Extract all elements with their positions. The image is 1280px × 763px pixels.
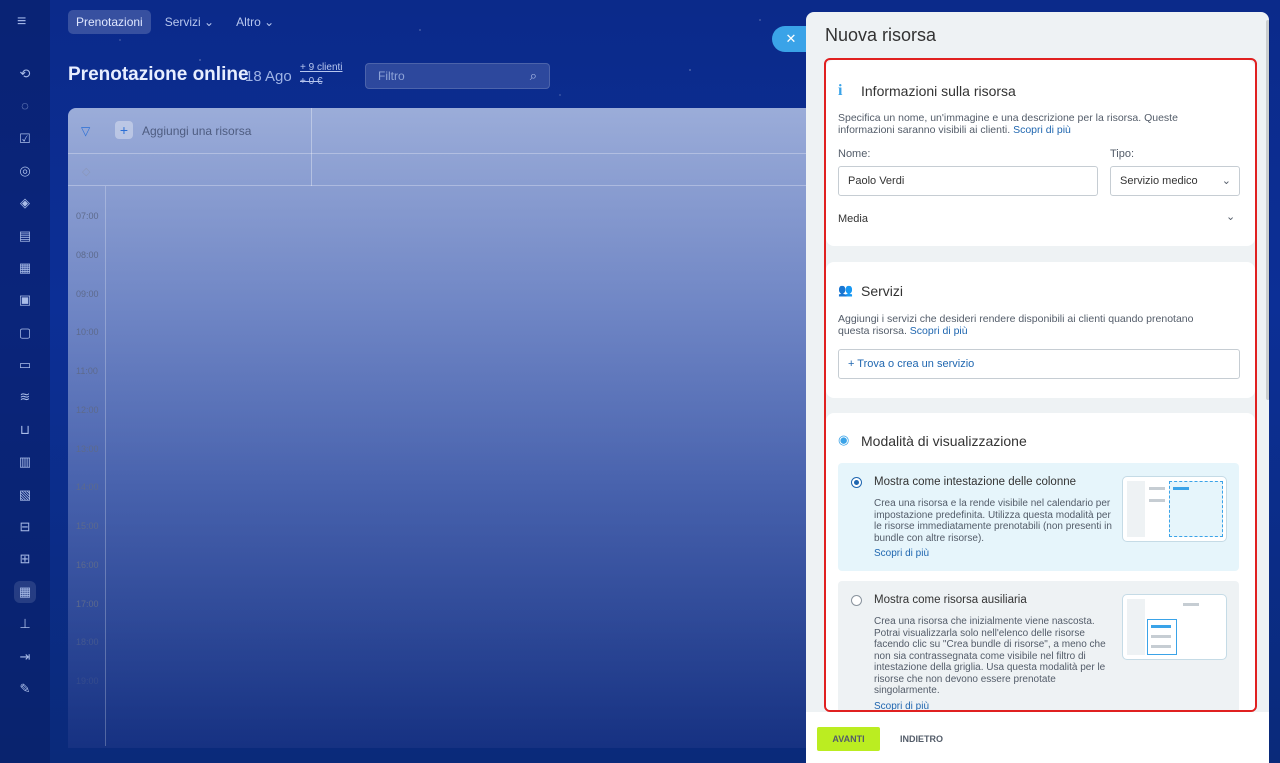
name-input[interactable]: Paolo Verdi [838, 166, 1098, 196]
time-label: 12:00 [76, 405, 99, 415]
time-label: 15:00 [76, 521, 99, 531]
docs-icon[interactable]: ▤ [14, 225, 36, 247]
display-mode-title: Modalità di visualizzazione [861, 433, 1027, 449]
panel-content: i Informazioni sulla risorsa Specifica u… [824, 58, 1257, 712]
media-icon[interactable]: ▧ [14, 484, 36, 506]
crm-icon[interactable]: ◎ [14, 160, 36, 182]
option2-learn-more-link[interactable]: Scopri di più [874, 701, 929, 711]
option-title: Mostra come risorsa ausiliaria [874, 594, 1027, 606]
page-date: 18 Ago [245, 68, 292, 85]
services-title: Servizi [861, 283, 904, 299]
services-learn-more-link[interactable]: Scopri di più [910, 325, 968, 337]
info-description: Specifica un nome, un'immagine e una des… [838, 112, 1178, 136]
time-label: 16:00 [76, 560, 99, 570]
time-label: 17:00 [76, 599, 99, 609]
new-resource-panel: Nuova risorsa i Informazioni sulla risor… [806, 12, 1269, 763]
filter-placeholder: Filtro [378, 69, 405, 83]
type-select-value: Servizio medico [1120, 175, 1198, 187]
left-sidebar: ≡ ⟲ ◌ ☑ ◎ ◈ ▤ ▦ ▣ ▢ ▭ ≋ ⊔ ▥ ▧ ⊟ ⊞ ▦ ⊥ ⇥ … [0, 0, 50, 763]
edit-icon[interactable]: ✎ [14, 678, 36, 700]
chevron-down-icon[interactable]: ⌄ [1226, 210, 1235, 223]
time-label: 13:00 [76, 444, 99, 454]
cart-icon[interactable]: ⊔ [14, 419, 36, 441]
back-button[interactable]: INDIETRO [900, 727, 943, 751]
time-label: 08:00 [76, 250, 99, 260]
time-label: 18:00 [76, 637, 99, 647]
option-description: Crea una risorsa che inizialmente viene … [874, 616, 1106, 712]
time-column: 07:00 08:00 09:00 10:00 11:00 12:00 13:0… [68, 186, 106, 746]
tab-prenotazioni[interactable]: Prenotazioni [68, 10, 151, 34]
layers-icon[interactable]: ◇ [82, 165, 90, 178]
find-or-create-service-input[interactable]: + Trova o crea un servizio [838, 349, 1240, 379]
feed-icon[interactable]: ⟲ [14, 63, 36, 85]
auxiliary-resource-preview-image [1122, 594, 1227, 660]
column-header-preview-image [1122, 476, 1227, 542]
media-section-toggle[interactable]: Media [838, 213, 868, 225]
clients-counter[interactable]: + 9 clienti [300, 62, 343, 73]
close-icon: ✕ [785, 31, 797, 46]
menu-icon[interactable]: ≡ [17, 14, 33, 30]
name-label: Nome: [838, 148, 871, 160]
calendar-icon[interactable]: ▦ [14, 257, 36, 279]
panel-title: Nuova risorsa [825, 25, 937, 45]
tasks-icon[interactable]: ☑ [14, 128, 36, 150]
tab-servizi[interactable]: Servizi ⌄ [157, 10, 222, 34]
analytics-icon[interactable]: ⊥ [14, 613, 36, 635]
contacts-icon[interactable]: ▣ [14, 289, 36, 311]
booking-calendar: ▽ + Aggiungi una risorsa ◇ 07:00 08:00 0… [68, 108, 828, 748]
info-learn-more-link[interactable]: Scopri di più [1013, 124, 1071, 136]
time-label: 10:00 [76, 327, 99, 337]
filter-icon[interactable]: ▽ [81, 124, 90, 138]
inventory-icon[interactable]: ▭ [14, 354, 36, 376]
add-resource-link[interactable]: Aggiungi una risorsa [142, 124, 251, 138]
panel-scrollbar[interactable] [1266, 20, 1270, 400]
type-select[interactable]: Servizio medico ⌄ [1110, 166, 1240, 196]
search-icon: ⌕ [529, 68, 537, 83]
file-icon[interactable]: ▢ [14, 322, 36, 344]
services-card: 👥 Servizi Aggiungi i servizi che desider… [826, 262, 1255, 398]
panel-footer: AVANTI INDIETRO [806, 712, 1269, 763]
display-mode-card: ◉ Modalità di visualizzazione Mostra com… [826, 413, 1255, 712]
filter-input[interactable]: Filtro ⌕ [365, 63, 550, 89]
services-description: Aggiungi i servizi che desideri rendere … [838, 313, 1194, 337]
option-title: Mostra come intestazione delle colonne [874, 476, 1077, 488]
tab-altro[interactable]: Altro ⌄ [228, 10, 282, 34]
top-navigation: Prenotazioni Servizi ⌄ Altro ⌄ [68, 10, 282, 34]
funnel-icon[interactable]: ≋ [14, 386, 36, 408]
sites-icon[interactable]: ◈ [14, 192, 36, 214]
option-description: Crea una risorsa e la rende visibile nel… [874, 498, 1112, 559]
option1-learn-more-link[interactable]: Scopri di più [874, 548, 929, 559]
type-label: Tipo: [1110, 148, 1135, 160]
chat-icon[interactable]: ◌ [14, 95, 36, 117]
info-title: Informazioni sulla risorsa [861, 83, 1016, 99]
time-label: 07:00 [76, 211, 99, 221]
time-label: 14:00 [76, 482, 99, 492]
eye-icon: ◉ [838, 432, 850, 447]
info-icon: i [838, 82, 843, 99]
booking-icon[interactable]: ▦ [14, 581, 36, 603]
next-button[interactable]: AVANTI [817, 727, 880, 751]
calendar-subheader [68, 154, 828, 186]
add-resource-plus-icon[interactable]: + [115, 121, 133, 139]
page-title: Prenotazione online [68, 64, 249, 85]
revenue-counter[interactable]: + 0 € [300, 76, 323, 87]
info-card: i Informazioni sulla risorsa Specifica u… [826, 60, 1255, 246]
close-panel-button[interactable]: ✕ [772, 26, 808, 52]
time-label: 11:00 [76, 366, 98, 376]
radio-column-header[interactable] [851, 477, 862, 488]
radio-auxiliary-resource[interactable] [851, 595, 862, 606]
option-auxiliary-resource[interactable]: Mostra come risorsa ausiliaria Crea una … [838, 581, 1239, 712]
time-label: 19:00 [76, 676, 99, 686]
option-column-header[interactable]: Mostra come intestazione delle colonne C… [838, 463, 1239, 571]
library-icon[interactable]: ⊞ [14, 548, 36, 570]
export-icon[interactable]: ⇥ [14, 646, 36, 668]
delivery-icon[interactable]: ⊟ [14, 516, 36, 538]
time-label: 09:00 [76, 289, 99, 299]
store-icon[interactable]: ▥ [14, 451, 36, 473]
chevron-down-icon: ⌄ [1221, 175, 1231, 187]
users-icon: 👥 [838, 283, 853, 297]
